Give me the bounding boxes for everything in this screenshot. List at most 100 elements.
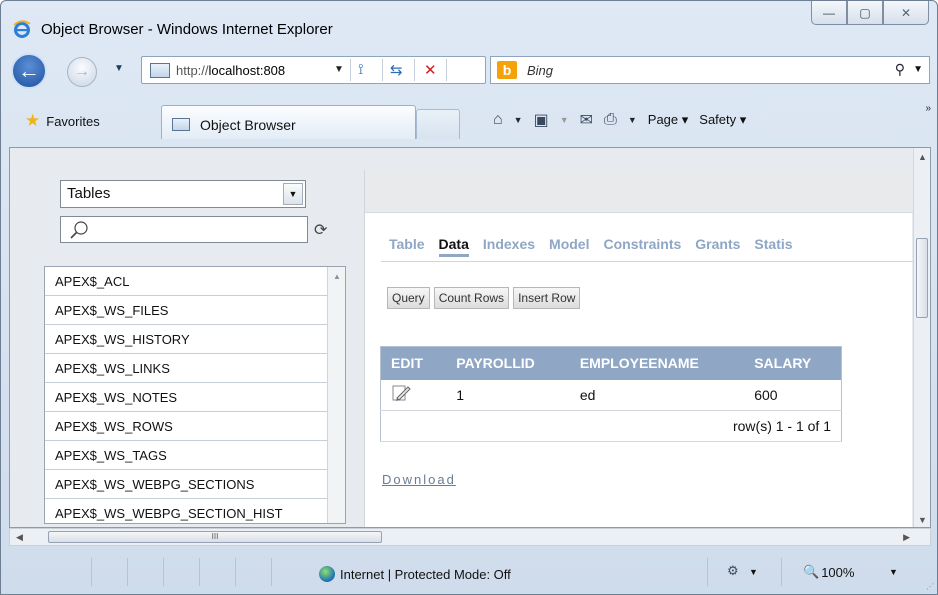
tab-constraints[interactable]: Constraints	[603, 236, 681, 257]
bing-icon: b	[497, 61, 517, 79]
feeds-icon[interactable]: ▣	[534, 110, 549, 130]
list-item[interactable]: APEX$_WS_HISTORY	[45, 325, 327, 354]
pagination-text: row(s) 1 - 1 of 1	[380, 410, 842, 442]
favorites-label: Favorites	[46, 113, 100, 129]
url-text[interactable]: http://localhost:808	[176, 63, 336, 78]
page-vertical-scrollbar[interactable]: ▲ ▼	[913, 148, 930, 527]
object-filter-input[interactable]	[60, 216, 308, 243]
tab-statistics[interactable]: Statis	[754, 236, 792, 257]
scroll-down-icon[interactable]: ▼	[918, 515, 927, 525]
protected-mode-dropdown-icon[interactable]: ▼	[749, 567, 758, 577]
count-rows-button[interactable]: Count Rows	[433, 287, 510, 309]
url-separator	[382, 59, 383, 81]
zoom-control[interactable]: 🔍 100%	[803, 564, 854, 580]
search-box[interactable]: b Bing ⚲ ▼	[490, 56, 930, 84]
mail-icon[interactable]: ✉	[580, 110, 593, 130]
search-icon[interactable]: ⚲	[895, 61, 905, 78]
zoom-level: 100%	[821, 564, 855, 580]
zoom-dropdown-icon[interactable]: ▼	[889, 567, 898, 577]
list-item[interactable]: APEX$_WS_ROWS	[45, 412, 327, 441]
refresh-icon[interactable]: ⇆	[390, 61, 403, 79]
stop-icon[interactable]: ✕	[424, 61, 437, 79]
scroll-right-icon[interactable]: ▶	[903, 532, 910, 543]
feeds-dropdown-icon[interactable]: ▼	[560, 115, 569, 125]
tab-grants[interactable]: Grants	[695, 236, 740, 257]
horizontal-scrollbar-thumb[interactable]: III	[48, 531, 382, 543]
protected-mode-icon[interactable]: ⚙	[727, 563, 739, 579]
forward-button[interactable]: →	[67, 57, 97, 87]
resize-grip-icon[interactable]: ⋰	[926, 582, 934, 591]
column-header-edit: EDIT	[380, 346, 447, 380]
insert-row-button[interactable]: Insert Row	[513, 287, 581, 309]
column-header-salary[interactable]: SALARY	[744, 346, 842, 380]
command-bar: ⌂ ▼ ▣ ▼ ✉ ⎙ ▼ Page ▾ Safety ▾	[493, 107, 746, 133]
column-header-employeename[interactable]: EMPLOYEENAME	[569, 346, 745, 380]
print-icon[interactable]: ⎙	[604, 111, 617, 129]
minimize-button[interactable]: —	[811, 1, 847, 25]
search-dropdown-icon[interactable]: ▼	[913, 64, 923, 75]
scroll-up-icon[interactable]: ▲	[918, 152, 927, 162]
download-link[interactable]: Download	[382, 472, 456, 487]
object-type-value: Tables	[67, 185, 111, 202]
tab-label: Object Browser	[200, 117, 296, 133]
tab-model[interactable]: Model	[549, 236, 589, 257]
list-item[interactable]: APEX$_WS_NOTES	[45, 383, 327, 412]
chevron-more-icon[interactable]: »	[925, 103, 931, 114]
new-tab-button[interactable]	[416, 109, 460, 139]
zoom-icon: 🔍	[803, 564, 820, 579]
safety-menu[interactable]: Safety ▾	[699, 112, 746, 128]
title-bar: Object Browser - Windows Internet Explor…	[1, 1, 937, 47]
scroll-up-icon[interactable]: ▲	[333, 272, 341, 281]
list-item[interactable]: APEX$_WS_FILES	[45, 296, 327, 325]
page-viewport: Tables ▼ ⟳ APEX$_ACL APEX$_WS_FILES APEX…	[9, 147, 931, 528]
address-bar[interactable]: http://localhost:808 ▼ ⟟ ⇆ ✕	[141, 56, 486, 84]
table-row: 1 ed 600	[380, 379, 842, 411]
status-bar: Internet | Protected Mode: Off ⚙ ▼ 🔍 100…	[1, 550, 937, 594]
object-refresh-icon[interactable]: ⟳	[314, 220, 327, 240]
security-zone[interactable]: Internet | Protected Mode: Off	[319, 566, 511, 582]
tab-data[interactable]: Data	[438, 236, 469, 257]
home-dropdown-icon[interactable]: ▼	[514, 115, 523, 125]
page-horizontal-scrollbar[interactable]: ◀ III ▶	[9, 528, 931, 546]
scrollbar-thumb[interactable]	[916, 238, 928, 318]
ie-icon	[13, 20, 31, 38]
query-button[interactable]: Query	[387, 287, 430, 309]
back-button[interactable]: ←	[11, 53, 47, 89]
detail-header	[365, 170, 913, 213]
scroll-left-icon[interactable]: ◀	[16, 532, 23, 543]
object-browser-panel: Tables ▼ ⟳ APEX$_ACL APEX$_WS_FILES APEX…	[44, 164, 359, 524]
maximize-button[interactable]: ▢	[847, 1, 883, 25]
compat-icon[interactable]: ⟟	[358, 61, 364, 78]
list-item[interactable]: APEX$_WS_WEBPG_SECTION_HIST	[45, 499, 327, 523]
url-separator	[350, 59, 351, 81]
url-dropdown-icon[interactable]: ▼	[334, 64, 344, 75]
table-header-row: EDIT PAYROLLID EMPLOYEENAME SALARY	[380, 346, 842, 380]
tab-object-browser[interactable]: Object Browser	[161, 105, 416, 139]
page-icon	[172, 118, 190, 131]
close-button[interactable]: ✕	[883, 1, 929, 25]
list-item[interactable]: APEX$_WS_WEBPG_SECTIONS	[45, 470, 327, 499]
back-icon: ←	[18, 58, 40, 83]
column-header-payrollid[interactable]: PAYROLLID	[446, 346, 570, 380]
page-menu[interactable]: Page ▾	[648, 112, 689, 128]
tab-table[interactable]: Table	[389, 236, 425, 257]
object-list-scrollbar[interactable]: ▲	[327, 267, 345, 523]
home-icon[interactable]: ⌂	[493, 111, 503, 129]
favorites-button[interactable]: ★ Favorites	[25, 111, 100, 131]
object-detail-panel: Table Data Indexes Model Constraints Gra…	[364, 170, 913, 527]
status-divider	[199, 558, 200, 586]
address-row: ← → ▼ http://localhost:808 ▼ ⟟ ⇆ ✕ b Bin…	[1, 47, 937, 97]
tab-indexes[interactable]: Indexes	[483, 236, 535, 257]
zone-text: Internet | Protected Mode: Off	[340, 566, 511, 582]
list-item[interactable]: APEX$_ACL	[45, 267, 327, 296]
browser-window: Object Browser - Windows Internet Explor…	[0, 0, 938, 595]
list-item[interactable]: APEX$_WS_LINKS	[45, 354, 327, 383]
history-dropdown-icon[interactable]: ▼	[114, 63, 124, 74]
search-input[interactable]: Bing	[527, 63, 553, 78]
list-item[interactable]: APEX$_WS_TAGS	[45, 441, 327, 470]
edit-icon[interactable]	[391, 383, 411, 403]
detail-tabs: Table Data Indexes Model Constraints Gra…	[389, 236, 793, 257]
chevron-down-icon[interactable]: ▼	[283, 183, 303, 205]
print-dropdown-icon[interactable]: ▼	[628, 115, 637, 125]
object-type-select[interactable]: Tables ▼	[60, 180, 306, 208]
